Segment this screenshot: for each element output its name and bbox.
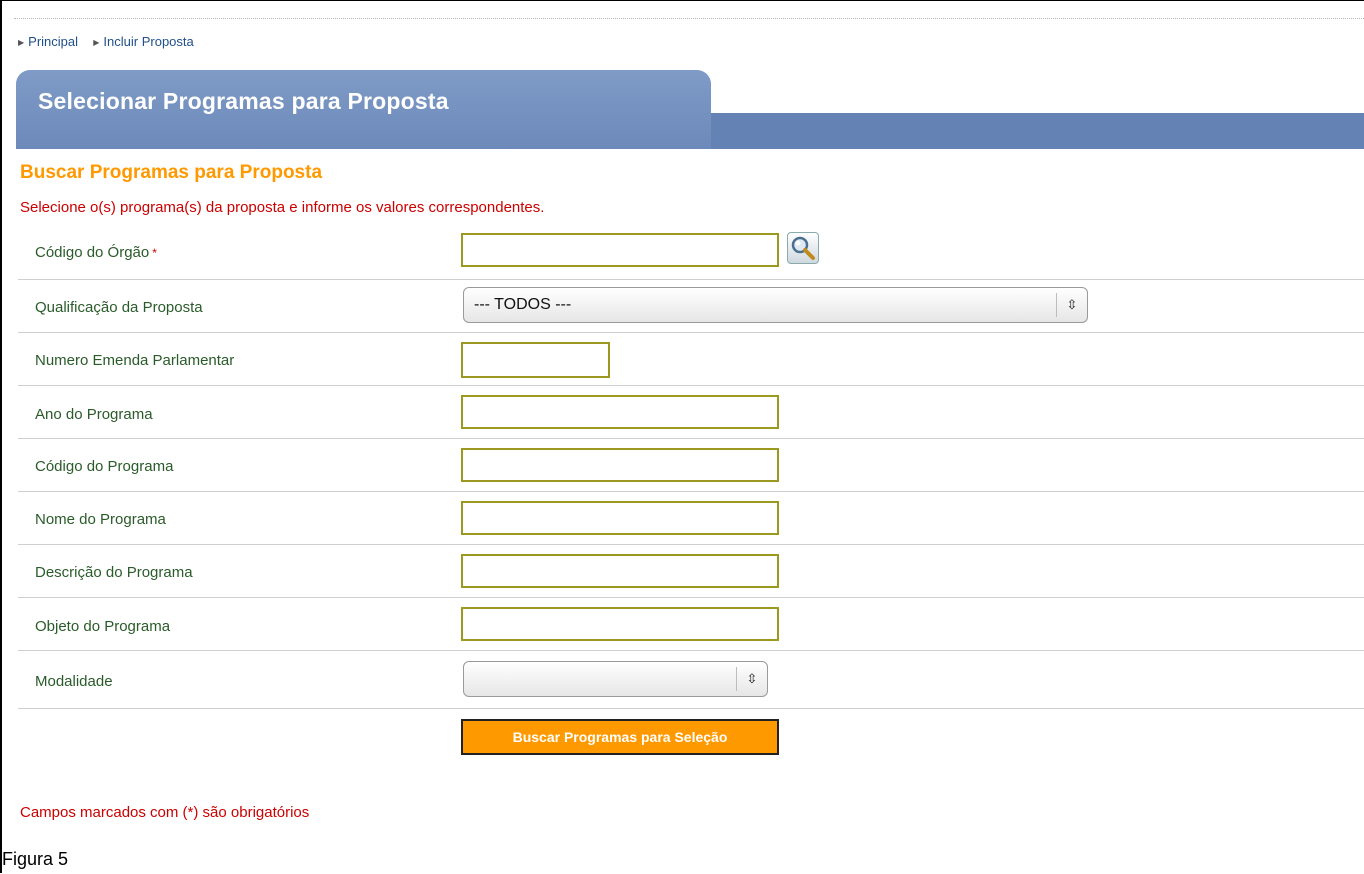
- field-label: Nome do Programa: [35, 511, 166, 528]
- triangle-right-icon: ▶: [93, 38, 100, 47]
- figure-caption: Figura 5: [2, 849, 69, 869]
- field-label: Descrição do Programa: [35, 564, 193, 581]
- top-divider: [14, 18, 1364, 19]
- triangle-right-icon: ▶: [18, 38, 25, 47]
- numero-emenda-input[interactable]: [461, 342, 610, 378]
- field-label: Código do Órgão *: [35, 244, 157, 261]
- field-label: Código do Programa: [35, 458, 174, 475]
- buscar-programas-button[interactable]: Buscar Programas para Seleção: [461, 719, 779, 755]
- required-fields-note: Campos marcados com (*) são obrigatórios: [20, 804, 310, 821]
- qualificacao-select[interactable]: --- TODOS --- ⇳: [463, 287, 1088, 323]
- descricao-programa-input[interactable]: [461, 554, 779, 588]
- up-down-chevron-icon: ⇳: [736, 667, 767, 691]
- breadcrumb-principal-link[interactable]: Principal: [28, 34, 78, 49]
- breadcrumb: ▶ Principal ▶ Incluir Proposta: [18, 34, 194, 49]
- codigo-programa-input[interactable]: [461, 448, 779, 482]
- breadcrumb-incluir-proposta-link[interactable]: Incluir Proposta: [103, 34, 193, 49]
- codigo-orgao-input[interactable]: [461, 233, 779, 267]
- objeto-programa-input[interactable]: [461, 607, 779, 641]
- field-label: Qualificação da Proposta: [35, 299, 203, 316]
- form-row-numero-emenda: Numero Emenda Parlamentar: [18, 333, 1364, 386]
- field-label: Modalidade: [35, 673, 113, 690]
- ano-programa-input[interactable]: [461, 395, 779, 429]
- select-value: --- TODOS ---: [474, 296, 572, 313]
- field-label: Ano do Programa: [35, 406, 153, 423]
- up-down-chevron-icon: ⇳: [1056, 293, 1087, 317]
- required-marker: *: [152, 246, 157, 260]
- nome-programa-input[interactable]: [461, 501, 779, 535]
- field-label: Objeto do Programa: [35, 618, 171, 635]
- field-label: Numero Emenda Parlamentar: [35, 352, 235, 369]
- modalidade-select[interactable]: ⇳: [463, 661, 768, 697]
- magnifier-icon: [791, 236, 815, 260]
- section-title: Buscar Programas para Proposta: [20, 162, 323, 183]
- lookup-orgao-button[interactable]: [787, 232, 819, 264]
- page-title: Selecionar Programas para Proposta: [38, 88, 449, 114]
- instructions-text: Selecione o(s) programa(s) da proposta e…: [20, 199, 545, 216]
